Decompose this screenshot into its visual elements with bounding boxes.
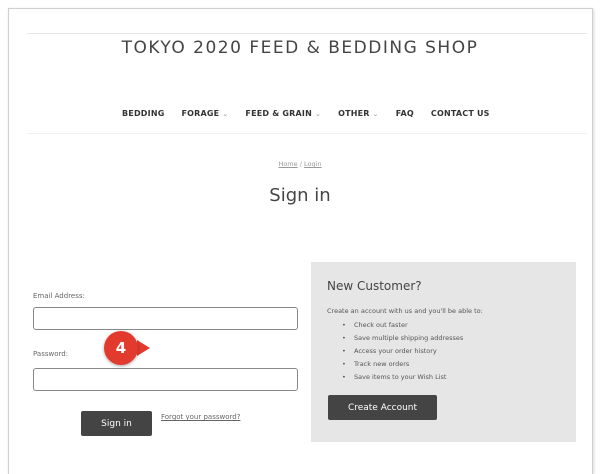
step-callout-arrow (137, 340, 150, 356)
create-account-button-label: Create Account (347, 402, 418, 413)
list-item: Access your order history (342, 345, 463, 358)
new-customer-panel: New Customer? Create an account with us … (311, 262, 576, 442)
step-number-badge: 4 (104, 331, 138, 365)
nav-item-label: BEDDING (122, 109, 165, 118)
new-customer-title: New Customer? (327, 279, 422, 293)
header-divider (27, 33, 587, 34)
email-label: Email Address: (33, 292, 85, 300)
sign-in-button-label: Sign in (101, 418, 132, 429)
nav-divider (27, 133, 587, 134)
password-label: Password: (33, 350, 69, 358)
list-item: Save multiple shipping addresses (342, 332, 463, 345)
breadcrumb-separator: / (299, 160, 302, 168)
nav-item-label: OTHER (338, 109, 370, 118)
benefits-list: Check out faster Save multiple shipping … (342, 319, 463, 384)
nav-item-label: CONTACT US (430, 109, 490, 118)
list-item: Check out faster (342, 319, 463, 332)
nav-item-label: FAQ (395, 109, 414, 118)
nav-item-other[interactable]: OTHER ⌄ (338, 109, 379, 118)
nav-item-label: FORAGE (181, 109, 220, 118)
list-item: Save items to your Wish List (342, 371, 463, 384)
nav-item-contact-us[interactable]: CONTACT US (431, 109, 490, 118)
page-title: Sign in (269, 185, 331, 206)
new-customer-intro: Create an account with us and you'll be … (327, 307, 483, 315)
sign-in-button[interactable]: Sign in (81, 411, 152, 436)
nav-item-forage[interactable]: FORAGE ⌄ (181, 109, 228, 118)
nav-item-feed-grain[interactable]: FEED & GRAIN ⌄ (245, 109, 321, 118)
chevron-down-icon: ⌄ (372, 109, 379, 118)
forgot-password-link[interactable]: Forgot your password? (161, 413, 240, 421)
breadcrumb-home-link[interactable]: Home (278, 160, 297, 168)
breadcrumb: Home / Login (0, 160, 600, 168)
nav-item-faq[interactable]: FAQ (396, 109, 414, 118)
create-account-button[interactable]: Create Account (328, 395, 437, 420)
password-field[interactable] (33, 368, 298, 391)
main-nav: BEDDING FORAGE ⌄ FEED & GRAIN ⌄ OTHER ⌄ FAQ… (122, 109, 490, 118)
site-title[interactable]: TOKYO 2020 FEED & BEDDING SHOP (0, 38, 600, 58)
list-item: Track new orders (342, 358, 463, 371)
nav-item-bedding[interactable]: BEDDING (122, 109, 164, 118)
breadcrumb-current[interactable]: Login (304, 160, 322, 168)
chevron-down-icon: ⌄ (315, 109, 322, 118)
email-field[interactable] (33, 307, 298, 330)
nav-item-label: FEED & GRAIN (245, 109, 312, 118)
chevron-down-icon: ⌄ (222, 109, 229, 118)
